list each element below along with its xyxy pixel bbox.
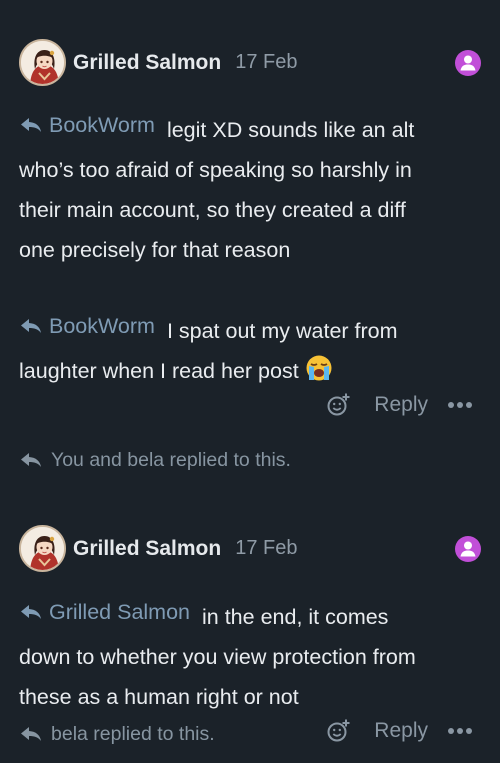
loudly-crying-face-emoji (305, 354, 333, 395)
post-date: 17 Feb (235, 537, 298, 559)
quoted-user-name: Grilled Salmon (49, 600, 190, 624)
post-header: Grilled Salmon 17 Feb (19, 39, 297, 86)
quoted-user-tag[interactable]: Grilled Salmon (19, 592, 190, 632)
more-options-icon[interactable] (448, 728, 472, 734)
avatar[interactable] (19, 525, 66, 572)
post-body-quote-1: Grilled Salmon in the end, it comes down… (19, 592, 481, 717)
quote-text: in the end, it comes (202, 605, 389, 629)
quoted-user-tag[interactable]: BookWorm (19, 306, 155, 346)
post-1: Grilled Salmon 17 Feb BookWorm legit XD … (0, 0, 500, 500)
reply-arrow-icon (19, 600, 43, 624)
post-body-quote-1: BookWorm legit XD sounds like an alt who… (19, 105, 481, 270)
quote-text-line: one precisely for that reason (19, 238, 291, 262)
replied-note-text: You and bela replied to this. (51, 448, 291, 471)
quoted-user-name: BookWorm (49, 314, 155, 338)
post-actions: Reply (326, 392, 472, 418)
reply-arrow-icon (19, 448, 43, 472)
user-badge-icon[interactable] (455, 50, 481, 76)
quote-text: legit XD sounds like an alt (166, 118, 415, 142)
quote-text-line: their main account, so they created a di… (19, 198, 406, 222)
quoted-user-tag[interactable]: BookWorm (19, 105, 155, 145)
add-reaction-icon[interactable] (326, 718, 352, 744)
quote-text-line: down to whether you view protection from (19, 645, 416, 669)
replied-note[interactable]: bela replied to this. (19, 722, 215, 746)
reply-arrow-icon (19, 314, 43, 338)
author-name[interactable]: Grilled Salmon (73, 51, 221, 75)
quote-text-line: laughter when I read her post (19, 359, 299, 383)
quote-text-line: these as a human right or not (19, 685, 299, 709)
replied-note[interactable]: You and bela replied to this. (19, 448, 291, 472)
author-name[interactable]: Grilled Salmon (73, 537, 221, 561)
avatar[interactable] (19, 39, 66, 86)
post-date: 17 Feb (235, 51, 298, 73)
reply-arrow-icon (19, 722, 43, 746)
quoted-user-name: BookWorm (49, 113, 155, 137)
user-badge-icon[interactable] (455, 536, 481, 562)
post-2: Grilled Salmon 17 Feb Grilled Salmon in … (0, 500, 500, 763)
replied-note-text: bela replied to this. (51, 722, 215, 745)
post-body-quote-2: BookWorm I spat out my water from laught… (19, 306, 481, 395)
reply-button[interactable]: Reply (374, 393, 428, 417)
quote-text: I spat out my water from (166, 319, 398, 343)
post-actions: Reply (326, 718, 472, 744)
more-options-icon[interactable] (448, 402, 472, 408)
quote-text-line: who’s too afraid of speaking so harshly … (19, 158, 412, 182)
reply-arrow-icon (19, 113, 43, 137)
reply-button[interactable]: Reply (374, 719, 428, 743)
add-reaction-icon[interactable] (326, 392, 352, 418)
post-header: Grilled Salmon 17 Feb (19, 525, 297, 572)
